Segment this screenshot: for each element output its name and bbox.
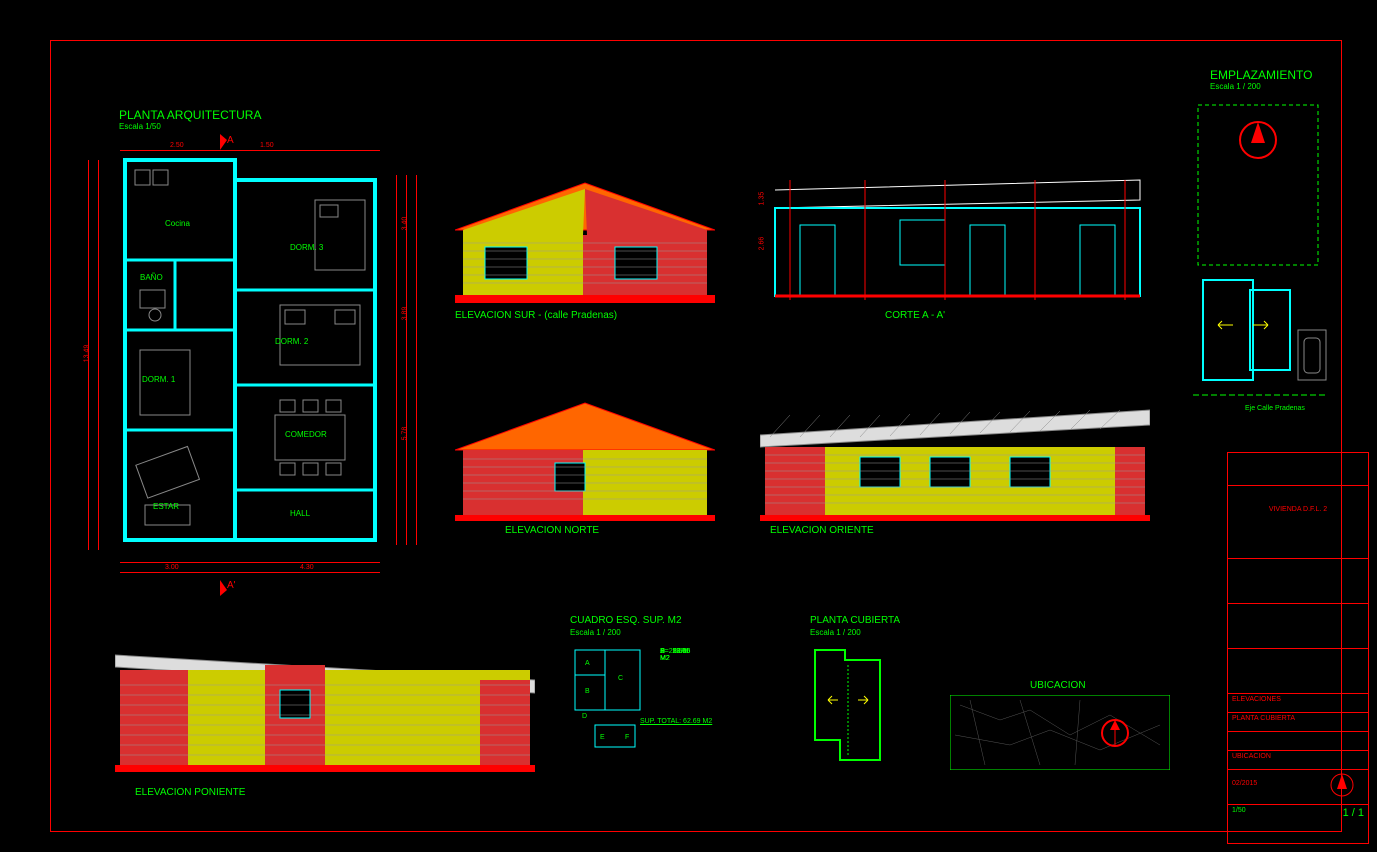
dim-line	[120, 150, 380, 151]
dim-line	[98, 160, 99, 550]
dim: 2.66	[758, 237, 765, 251]
svg-text:D: D	[582, 713, 587, 720]
room-estar: ESTAR	[153, 502, 179, 511]
area-table-scale: Escala 1 / 200	[570, 628, 621, 637]
title-block: VIVIENDA D.F.L. 2 ELEVACIONES PLANTA CUB…	[1227, 452, 1369, 844]
dim: 1.35	[758, 192, 765, 206]
room-dorm2: DORM. 2	[275, 337, 308, 346]
north-arrow-icon	[1322, 771, 1362, 799]
section-aa	[770, 170, 1150, 305]
tb-sheet: ELEVACIONES	[1232, 696, 1281, 703]
svg-text:E: E	[600, 734, 605, 741]
elev-north-title: ELEVACION NORTE	[505, 525, 599, 536]
room-dorm1: DORM. 1	[142, 375, 175, 384]
room-comedor: COMEDOR	[285, 430, 327, 439]
site-street: Eje Calle Pradenas	[1245, 405, 1305, 412]
site-plan	[1188, 95, 1338, 415]
roof-plan	[810, 645, 910, 775]
elev-west-title: ELEVACION PONIENTE	[135, 787, 245, 798]
elev-east-title: ELEVACION ORIENTE	[770, 525, 874, 536]
elevation-west	[115, 635, 535, 780]
elevation-north	[455, 395, 715, 520]
dim: 3.89	[401, 307, 408, 321]
svg-text:F: F	[625, 734, 629, 741]
area-table-title: CUADRO ESQ. SUP. M2	[570, 615, 682, 626]
room-hall: HALL	[290, 509, 310, 518]
floorplan-scale: Escala 1/50	[119, 122, 161, 131]
elevation-south	[455, 175, 715, 300]
section-arrow	[215, 132, 235, 152]
floorplan-title: PLANTA ARQUITECTURA	[119, 108, 261, 122]
dim-total: 13.49	[83, 345, 90, 363]
dim-line	[120, 562, 380, 563]
area-schematic: A B C D E F	[570, 645, 650, 755]
svg-text:A: A	[585, 660, 590, 667]
dim: 3.40	[401, 217, 408, 231]
tb-sheet: PLANTA CUBIERTA	[1232, 715, 1295, 722]
location-map	[950, 695, 1170, 770]
room-bano: BAÑO	[140, 273, 163, 282]
dim-line	[406, 175, 407, 545]
section-title: CORTE A - A'	[885, 310, 945, 321]
dim: 2.50	[170, 142, 184, 149]
tb-scale: 1/50	[1232, 807, 1246, 827]
room-dorm3: DORM. 3	[290, 243, 323, 252]
area-total: SUP. TOTAL: 62.69 M2	[640, 718, 712, 725]
svg-text:B: B	[585, 688, 590, 695]
dim: 1.50	[260, 142, 274, 149]
dim-line	[396, 175, 397, 545]
dim: 3.00	[165, 564, 179, 571]
tb-sheet: UBICACION	[1232, 753, 1271, 760]
svg-text:C: C	[618, 675, 623, 682]
site-plan-scale: Escala 1 / 200	[1210, 82, 1261, 91]
tb-project: VIVIENDA D.F.L. 2	[1269, 506, 1327, 513]
dim-line	[416, 175, 417, 545]
roof-plan-scale: Escala 1 / 200	[810, 628, 861, 637]
dim: 5.78	[401, 427, 408, 441]
tb-sheetno: 1 / 1	[1343, 807, 1364, 827]
elevation-east	[760, 395, 1150, 520]
elev-south-title: ELEVACION SUR - (calle Pradenas)	[455, 310, 617, 321]
tb-date: 02/2015	[1232, 780, 1257, 787]
dim: 4.30	[300, 564, 314, 571]
site-plan-title: EMPLAZAMIENTO	[1210, 68, 1312, 82]
room-cocina: Cocina	[165, 219, 190, 228]
dim-line	[120, 572, 380, 573]
section-arrow	[215, 578, 235, 598]
location-title: UBICACION	[1030, 680, 1086, 691]
roof-plan-title: PLANTA CUBIERTA	[810, 615, 900, 626]
